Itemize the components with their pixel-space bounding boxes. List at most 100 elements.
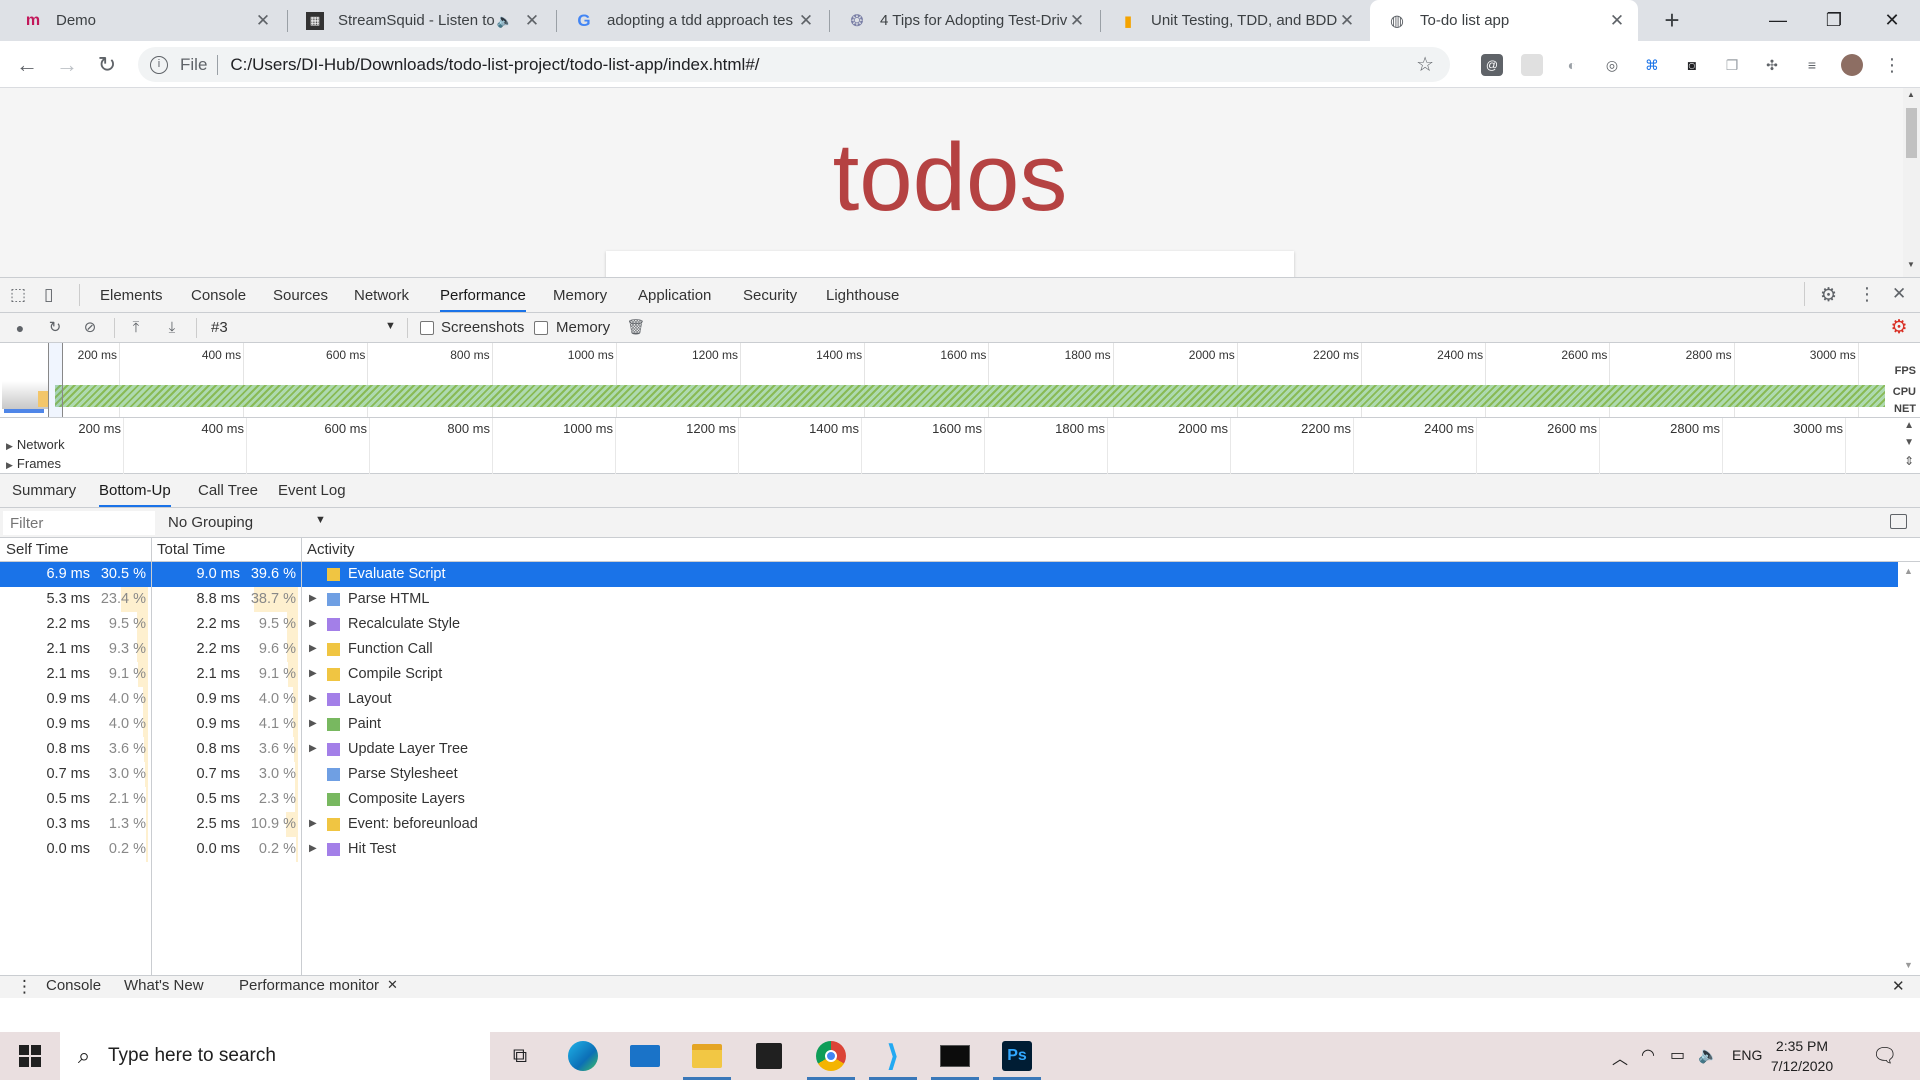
file-explorer-icon[interactable] (679, 1032, 735, 1080)
close-window-button[interactable]: ✕ (1864, 0, 1920, 41)
screenshots-checkbox[interactable] (420, 321, 434, 335)
battery-icon[interactable]: ▭ (1670, 1045, 1685, 1065)
kebab-menu-icon[interactable]: ⋮ (1858, 284, 1876, 305)
table-row[interactable]: 0.5 ms 2.1 % 0.5 ms 2.3 % Composite Layers (0, 787, 1898, 812)
chrome-icon[interactable] (803, 1032, 859, 1080)
garbage-collect-icon[interactable]: 🗑 (626, 318, 646, 338)
tab-network[interactable]: Network (354, 278, 409, 312)
expand-triangle-icon[interactable]: ▶ (309, 818, 317, 829)
extension-icon[interactable]: ◎ (1601, 54, 1623, 76)
clock[interactable]: 2:35 PM 7/12/2020 (1752, 1036, 1852, 1076)
expand-triangle-icon[interactable]: ▶ (309, 593, 317, 604)
task-view-icon[interactable]: ⧉ (492, 1032, 548, 1080)
terminal-icon[interactable] (927, 1032, 983, 1080)
browser-tab-google[interactable]: G adopting a tdd approach tes ✕ (557, 0, 827, 41)
tab-elements[interactable]: Elements (100, 278, 163, 312)
bookmark-star-icon[interactable]: ☆ (1416, 52, 1434, 77)
tab-sources[interactable]: Sources (273, 278, 328, 312)
capture-settings-icon[interactable]: ⚙ (1889, 318, 1909, 338)
scroll-up-icon[interactable]: ▲ (1907, 90, 1915, 99)
column-header-self-time[interactable]: Self Time (6, 541, 69, 558)
close-devtools-icon[interactable]: ✕ (1892, 284, 1906, 304)
close-tab-icon[interactable]: ✕ (1068, 11, 1086, 31)
restore-button[interactable]: ❐ (1806, 0, 1862, 41)
reload-button[interactable]: ↻ (91, 49, 123, 81)
table-row[interactable]: 0.0 ms 0.2 % 0.0 ms 0.2 % ▶ Hit Test (0, 837, 1898, 862)
avatar[interactable] (1841, 54, 1863, 76)
table-row[interactable]: 2.2 ms 9.5 % 2.2 ms 9.5 % ▶ Recalculate Style (0, 612, 1898, 637)
browser-tab-todo-active[interactable]: ◍ To-do list app ✕ (1370, 0, 1638, 41)
inspect-element-icon[interactable]: ⬚ (10, 285, 26, 305)
expand-triangle-icon[interactable]: ▶ (309, 718, 317, 729)
record-icon[interactable]: ● (10, 318, 30, 338)
drawer-tab-console[interactable]: Console (46, 977, 101, 994)
tab-application[interactable]: Application (638, 278, 711, 312)
drawer-tab-whats-new[interactable]: What's New (124, 977, 204, 994)
close-drawer-icon[interactable]: ✕ (1892, 977, 1905, 995)
table-row[interactable]: 0.7 ms 3.0 % 0.7 ms 3.0 % Parse Stylesheet (0, 762, 1898, 787)
tab-lighthouse[interactable]: Lighthouse (826, 278, 899, 312)
edge-icon[interactable] (555, 1032, 611, 1080)
extension-icon[interactable]: ❐ (1721, 54, 1743, 76)
tab-call-tree[interactable]: Call Tree (198, 474, 258, 507)
tab-summary[interactable]: Summary (12, 474, 76, 507)
table-scrollbar[interactable]: ▲ ▼ (1898, 562, 1920, 975)
clear-icon[interactable]: ⊘ (80, 318, 100, 338)
expand-triangle-icon[interactable]: ▶ (309, 668, 317, 679)
vscode-icon[interactable]: ⟩ (865, 1032, 921, 1080)
taskbar-search[interactable]: ⌕ Type here to search (60, 1032, 490, 1080)
flame-chart[interactable]: 200 ms 400 ms 600 ms 800 ms 1000 ms 1200 ms 14… (0, 418, 1920, 474)
new-tab-button[interactable]: + (1657, 6, 1687, 36)
photoshop-icon[interactable]: Ps (989, 1032, 1045, 1080)
table-row[interactable]: 6.9 ms 30.5 % 9.0 ms 39.6 % Evaluate Script (0, 562, 1898, 587)
forward-button[interactable]: → (51, 49, 83, 81)
network-track[interactable]: ▶ Network (6, 437, 65, 452)
browser-tab-demo[interactable]: m Demo ✕ (6, 0, 284, 41)
reload-record-icon[interactable]: ↻ (45, 318, 65, 338)
close-tab-icon[interactable]: ✕ (254, 11, 272, 31)
expand-triangle-icon[interactable]: ▶ (309, 693, 317, 704)
scroll-down-icon[interactable]: ▼ (1904, 960, 1913, 970)
expand-triangle-icon[interactable]: ▶ (6, 441, 13, 451)
back-button[interactable]: ← (11, 49, 43, 81)
expand-triangle-icon[interactable]: ▶ (309, 618, 317, 629)
url-text[interactable]: C:/Users/DI-Hub/Downloads/todo-list-proj… (230, 55, 1416, 75)
tab-security[interactable]: Security (743, 278, 797, 312)
tab-bottom-up[interactable]: Bottom-Up (99, 474, 171, 507)
expand-triangle-icon[interactable]: ▶ (309, 643, 317, 654)
browser-tab-unit-testing[interactable]: ▮ Unit Testing, TDD, and BDD, ✕ (1101, 0, 1368, 41)
tab-console[interactable]: Console (191, 278, 246, 312)
expand-triangle-icon[interactable]: ▶ (6, 460, 13, 470)
memory-checkbox[interactable] (534, 321, 548, 335)
start-button[interactable] (0, 1032, 60, 1080)
store-icon[interactable] (741, 1032, 797, 1080)
overview-selection[interactable] (48, 343, 63, 417)
close-tab-icon[interactable]: ✕ (797, 11, 815, 31)
volume-icon[interactable]: 🔈 (1698, 1045, 1718, 1065)
close-tab-icon[interactable]: ✕ (523, 11, 541, 31)
tab-event-log[interactable]: Event Log (278, 474, 346, 507)
translate-icon[interactable]: ⌘ (1641, 54, 1663, 76)
resize-handle-icon[interactable]: ⇕ (1904, 454, 1914, 468)
frames-track[interactable]: ▶ Frames (6, 456, 61, 471)
device-toolbar-icon[interactable]: ▯ (44, 285, 53, 305)
browser-tab-streamsquid[interactable]: ▦ StreamSquid - Listen to F 🔈 ✕ (288, 0, 553, 41)
extension-icon[interactable]: ◐ (1561, 54, 1583, 76)
speaker-icon[interactable]: 🔈 (497, 13, 513, 29)
new-todo-input[interactable] (606, 251, 1294, 277)
filter-input[interactable] (3, 511, 155, 535)
upload-profile-icon[interactable]: ⤒ (126, 318, 146, 338)
scroll-down-icon[interactable]: ▼ (1907, 260, 1915, 269)
extension-icon[interactable]: @ (1481, 54, 1503, 76)
close-tab-icon[interactable]: ✕ (1338, 11, 1356, 31)
puzzle-icon[interactable]: ✣ (1761, 54, 1783, 76)
table-row[interactable]: 5.3 ms 23.4 % 8.8 ms 38.7 % ▶ Parse HTML (0, 587, 1898, 612)
table-row[interactable]: 0.3 ms 1.3 % 2.5 ms 10.9 % ▶ Event: beforeunl… (0, 812, 1898, 837)
chevron-up-icon[interactable]: ︿ (1612, 1045, 1628, 1069)
expand-triangle-icon[interactable]: ▶ (309, 743, 317, 754)
media-icon[interactable]: ≡ (1801, 54, 1823, 76)
kebab-menu-icon[interactable]: ⋮ (1881, 54, 1903, 76)
chevron-down-icon[interactable]: ▼ (315, 514, 326, 526)
table-row[interactable]: 0.9 ms 4.0 % 0.9 ms 4.0 % ▶ Layout (0, 687, 1898, 712)
settings-gear-icon[interactable]: ⚙ (1820, 284, 1837, 307)
